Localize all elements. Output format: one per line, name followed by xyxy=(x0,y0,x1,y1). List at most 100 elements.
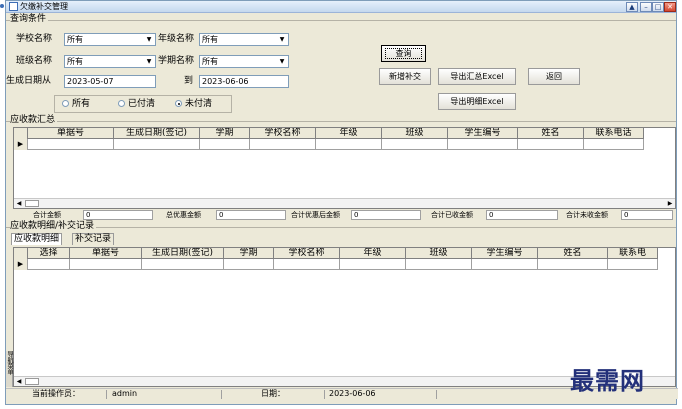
main-window: 欠缴补交管理 ▲ – □ ✕ 查询条件 学校名称 所有 ▼ 年级名称 所有 ▼ … xyxy=(5,0,678,405)
radio-unpaid[interactable]: 未付清 xyxy=(175,99,212,110)
date-to-input[interactable]: 2023-06-06 xyxy=(199,75,289,88)
table-cell[interactable] xyxy=(28,259,70,270)
table-cell[interactable] xyxy=(224,259,274,270)
table-cell[interactable] xyxy=(472,259,538,270)
export-summary-button[interactable]: 导出汇总Excel xyxy=(438,68,516,85)
col-header[interactable]: 姓名 xyxy=(538,248,608,259)
date-from-label: 生成日期从 xyxy=(6,76,52,86)
col-header[interactable]: 班级 xyxy=(382,128,448,139)
col-header[interactable]: 学期 xyxy=(200,128,250,139)
col-header[interactable]: 生成日期(签记) xyxy=(142,248,224,259)
radio-all[interactable]: 所有 xyxy=(62,99,90,110)
row-indicator-header xyxy=(14,128,28,139)
query-button[interactable]: 查询 xyxy=(381,45,426,62)
table-cell[interactable] xyxy=(200,139,250,150)
scroll-left-icon[interactable]: ◀ xyxy=(14,199,24,208)
total-after-discount-field: 0 xyxy=(351,210,421,220)
status-separator xyxy=(324,390,325,399)
close-icon[interactable]: ✕ xyxy=(664,2,676,12)
table-cell[interactable] xyxy=(274,259,340,270)
query-section-title: 查询条件 xyxy=(10,14,49,25)
tab-makeup-records[interactable]: 补交记录 xyxy=(72,233,115,245)
radio-paid[interactable]: 已付清 xyxy=(118,99,155,110)
export-detail-button[interactable]: 导出明细Excel xyxy=(438,93,516,110)
table-cell[interactable] xyxy=(382,139,448,150)
grade-value: 所有 xyxy=(202,35,218,44)
chevron-down-icon[interactable]: ▼ xyxy=(144,35,154,44)
total-amount-field: 0 xyxy=(83,210,153,220)
col-header[interactable]: 学生编号 xyxy=(472,248,538,259)
grade-select[interactable]: 所有 ▼ xyxy=(199,33,289,46)
radio-unpaid-circle[interactable] xyxy=(175,100,182,107)
table-cell[interactable] xyxy=(114,139,200,150)
detail-divider xyxy=(6,227,676,228)
col-header[interactable]: 学期 xyxy=(224,248,274,259)
col-header[interactable]: 单据号 xyxy=(28,128,114,139)
col-header[interactable]: 姓名 xyxy=(518,128,584,139)
table-cell[interactable] xyxy=(538,259,608,270)
summary-section-title: 应收款汇总 xyxy=(10,115,58,126)
window-title: 欠缴补交管理 xyxy=(20,2,68,11)
col-header[interactable]: 班级 xyxy=(406,248,472,259)
date-from-input[interactable]: 2023-05-07 xyxy=(64,75,156,88)
window-marker-icon xyxy=(0,4,4,8)
table-cell[interactable] xyxy=(316,139,382,150)
table-cell[interactable] xyxy=(518,139,584,150)
table-cell[interactable] xyxy=(448,139,518,150)
chevron-down-icon[interactable]: ▼ xyxy=(277,57,287,66)
status-separator xyxy=(436,390,437,399)
radio-all-circle[interactable] xyxy=(62,100,69,107)
table-cell[interactable] xyxy=(70,259,142,270)
watermark-logo: 最需网 xyxy=(570,366,645,395)
date-label: 日期： xyxy=(261,389,285,398)
scroll-thumb[interactable] xyxy=(25,200,39,207)
add-makeup-button[interactable]: 新增补交 xyxy=(379,68,431,85)
table-cell[interactable] xyxy=(406,259,472,270)
table-cell[interactable] xyxy=(608,259,658,270)
school-value: 所有 xyxy=(67,35,83,44)
back-button[interactable]: 返回 xyxy=(528,68,580,85)
tab-receivable-detail[interactable]: 应收款明细 xyxy=(11,233,63,245)
col-header[interactable]: 学校名称 xyxy=(250,128,316,139)
col-header[interactable]: 学生编号 xyxy=(448,128,518,139)
table-row[interactable]: ▶ xyxy=(14,139,644,150)
chevron-down-icon[interactable]: ▼ xyxy=(144,57,154,66)
scroll-right-icon[interactable]: ▶ xyxy=(665,199,675,208)
table-row[interactable]: ▶ xyxy=(14,259,658,270)
col-header[interactable]: 单据号 xyxy=(70,248,142,259)
term-select[interactable]: 所有 ▼ xyxy=(199,55,289,68)
col-header[interactable]: 联系电 xyxy=(608,248,658,259)
col-header[interactable]: 学校名称 xyxy=(274,248,340,259)
operator-value: admin xyxy=(112,389,138,398)
col-header[interactable]: 选择 xyxy=(28,248,70,259)
scroll-left-icon[interactable]: ◀ xyxy=(14,377,24,386)
col-header[interactable]: 年级 xyxy=(340,248,406,259)
total-discount-field: 0 xyxy=(216,210,286,220)
maximize-icon[interactable]: □ xyxy=(652,2,664,12)
table-cell[interactable] xyxy=(584,139,644,150)
class-select[interactable]: 所有 ▼ xyxy=(64,55,156,68)
col-header[interactable]: 生成日期(签记) xyxy=(114,128,200,139)
grade-label: 年级名称 xyxy=(158,34,195,44)
radio-paid-circle[interactable] xyxy=(118,100,125,107)
total-amount-label: 合计金额 xyxy=(33,211,61,219)
side-nav-strip[interactable]: 导航菜单 xyxy=(6,351,13,387)
col-header[interactable]: 年级 xyxy=(316,128,382,139)
col-header[interactable]: 联系电话 xyxy=(584,128,644,139)
query-divider xyxy=(6,20,676,21)
summary-hscrollbar[interactable]: ◀ ▶ xyxy=(14,198,675,208)
scroll-thumb[interactable] xyxy=(25,378,39,385)
chevron-down-icon[interactable]: ▼ xyxy=(277,35,287,44)
table-cell[interactable] xyxy=(340,259,406,270)
class-label: 班级名称 xyxy=(16,56,53,66)
restore-icon[interactable]: – xyxy=(640,2,652,12)
table-cell[interactable] xyxy=(28,139,114,150)
school-label: 学校名称 xyxy=(16,34,53,44)
title-bar[interactable]: 欠缴补交管理 ▲ – □ ✕ xyxy=(6,1,676,13)
minimize-icon[interactable]: ▲ xyxy=(626,2,638,12)
summary-grid[interactable]: 单据号 生成日期(签记) 学期 学校名称 年级 班级 学生编号 姓名 联系电话 … xyxy=(13,127,676,209)
table-cell[interactable] xyxy=(142,259,224,270)
date-to-label: 到 xyxy=(184,76,194,86)
school-select[interactable]: 所有 ▼ xyxy=(64,33,156,46)
table-cell[interactable] xyxy=(250,139,316,150)
